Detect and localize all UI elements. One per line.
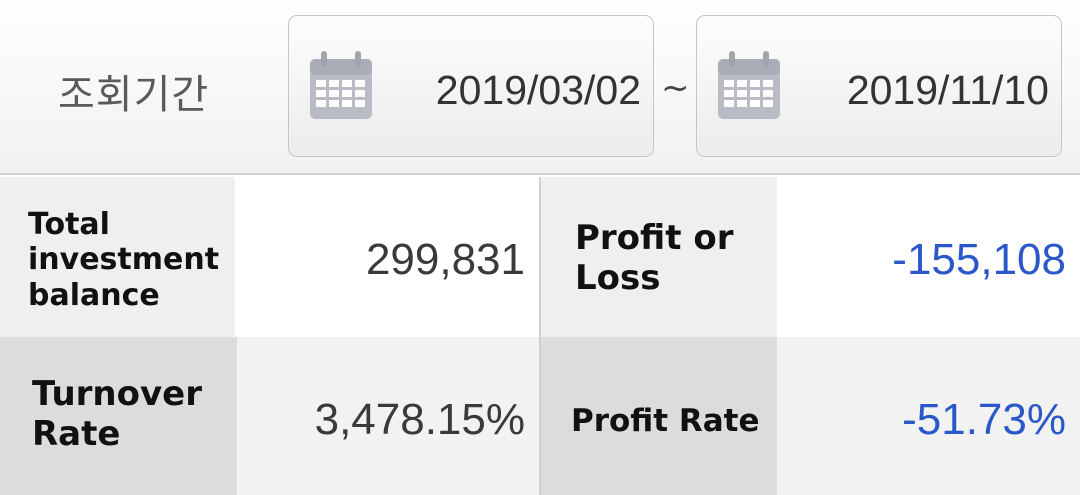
profit-rate-value: -51.73% — [902, 395, 1066, 444]
turnover-rate-label: Turnover Rate — [32, 374, 202, 455]
end-date-picker[interactable]: 2019/11/10 — [696, 15, 1062, 157]
calendar-icon — [718, 51, 780, 119]
profit-or-loss-label: Profit or Loss — [575, 218, 734, 299]
total-investment-balance-value: 299,831 — [365, 235, 525, 284]
period-label: 조회기간 — [58, 72, 210, 118]
total-investment-balance-label: Total investment balance — [28, 207, 220, 313]
end-date-value: 2019/11/10 — [846, 67, 1049, 113]
start-date-picker[interactable]: 2019/03/02 — [288, 15, 654, 157]
date-range-separator: ~ — [661, 68, 690, 108]
profit-or-loss-value: -155,108 — [892, 235, 1066, 284]
start-date-value: 2019/03/02 — [435, 67, 641, 113]
calendar-icon — [310, 51, 372, 119]
profit-or-loss-value-cell: -155,108 — [777, 177, 1080, 337]
profit-or-loss-label-cell: Profit or Loss — [541, 177, 777, 337]
turnover-rate-value: 3,478.15% — [314, 395, 525, 444]
total-investment-balance-value-cell: 299,831 — [235, 177, 539, 337]
profit-rate-value-cell: -51.73% — [777, 337, 1080, 495]
turnover-rate-value-cell: 3,478.15% — [237, 337, 539, 495]
total-investment-balance-label-cell: Total investment balance — [0, 177, 235, 337]
turnover-rate-label-cell: Turnover Rate — [0, 337, 237, 495]
profit-rate-label-cell: Profit Rate — [541, 337, 777, 495]
column-divider — [539, 177, 541, 495]
profit-rate-label: Profit Rate — [571, 403, 760, 439]
period-filter-bar: 조회기간 2019/03/02 ~ 2019/11/10 — [0, 0, 1080, 175]
